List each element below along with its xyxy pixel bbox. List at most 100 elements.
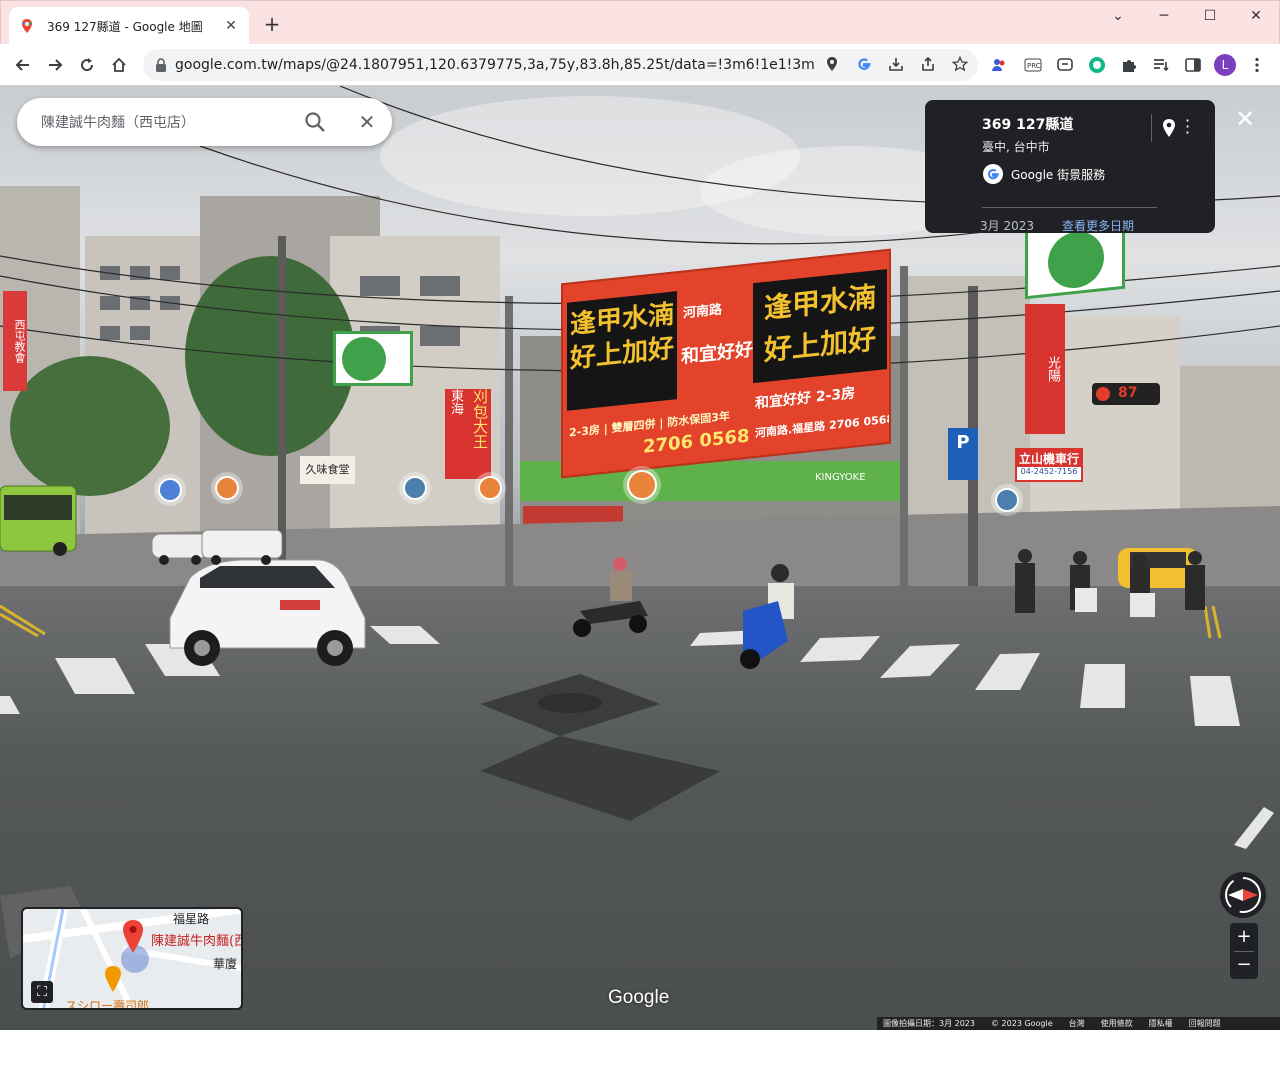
menu-icon[interactable]: [1248, 56, 1266, 74]
tab-google-maps[interactable]: 369 127縣道 - Google 地圖 ✕: [9, 7, 249, 45]
clear-search-button[interactable]: ✕: [355, 110, 379, 134]
red-pin-icon: [123, 920, 143, 953]
billboard-headline-right: 逢甲水湳 好上加好: [753, 269, 887, 384]
search-query[interactable]: 陳建誠牛肉麵（西屯店）: [41, 112, 195, 132]
url-text[interactable]: google.com.tw/maps/@24.1807951,120.63797…: [175, 57, 815, 73]
billboard-brand: 和宜好好: [681, 339, 753, 368]
home-icon[interactable]: [106, 52, 132, 78]
capture-date-text: 圖像拍攝日期：3月 2023: [883, 1019, 975, 1028]
white-suv: [169, 559, 366, 666]
extensions-puzzle-icon[interactable]: [1120, 56, 1138, 74]
billboard-road: 河南路: [683, 302, 723, 322]
extension-people-icon[interactable]: [990, 56, 1008, 74]
tab-close-button[interactable]: ✕: [223, 18, 239, 34]
divider: [1151, 114, 1152, 142]
zoom-in-button[interactable]: +: [1230, 923, 1258, 951]
pole: [505, 296, 513, 616]
street-view-panorama[interactable]: 逢甲水湳 好上加好 河南路 和宜好好 2-3房 | 雙層四併 | 防水保固3年 …: [0, 86, 1280, 1030]
traffic-light: 87: [1092, 383, 1160, 405]
reading-list-icon[interactable]: [1152, 56, 1170, 74]
zoom-out-button[interactable]: −: [1230, 951, 1258, 979]
report-link[interactable]: 回報問題: [1189, 1018, 1221, 1029]
service-label: Google 街景服務: [1011, 167, 1106, 182]
red-light-icon: [1096, 387, 1110, 401]
copyright-text: © 2023 Google: [991, 1019, 1053, 1028]
restaurant-poi-icon[interactable]: [478, 476, 502, 500]
terms-link[interactable]: 使用條款: [1101, 1018, 1133, 1029]
new-tab-button[interactable]: +: [259, 11, 285, 37]
restaurant-poi-icon[interactable]: [215, 476, 239, 500]
compass-icon[interactable]: [1220, 872, 1266, 918]
divider: [982, 207, 1157, 208]
blue-scooter-rider: [740, 564, 794, 669]
region-link[interactable]: 台灣: [1069, 1018, 1085, 1029]
lock-icon[interactable]: [153, 57, 169, 73]
minimap-road-label: 華廈: [213, 957, 238, 971]
address-bar[interactable]: google.com.tw/maps/@24.1807951,120.63797…: [143, 49, 978, 81]
more-options-icon[interactable]: · · ·: [1185, 113, 1190, 141]
bookmark-star-icon[interactable]: [951, 55, 969, 74]
install-icon[interactable]: [887, 56, 905, 74]
google-maps-favicon-icon: [21, 19, 33, 33]
forward-icon[interactable]: [42, 52, 68, 78]
search-box[interactable]: 陳建誠牛肉麵（西屯店） ✕: [17, 98, 392, 146]
reload-icon[interactable]: [74, 52, 100, 78]
see-more-dates-link[interactable]: 查看更多日期: [1062, 217, 1134, 234]
expand-map-icon[interactable]: ⛶: [31, 981, 53, 1003]
back-icon[interactable]: [10, 52, 36, 78]
privacy-link[interactable]: 隱私權: [1149, 1018, 1173, 1029]
pole: [900, 266, 908, 606]
green-logo-icon: [342, 337, 386, 381]
church-sign: 西屯教會: [3, 291, 27, 391]
google-watermark: Google: [608, 987, 670, 1008]
place-poi-icon[interactable]: [403, 476, 427, 500]
tab-title: 369 127縣道 - Google 地圖: [47, 19, 203, 34]
map-pin-icon[interactable]: [1161, 118, 1177, 138]
shop-sign: KINGYOKE: [815, 472, 866, 483]
navigation-arrow-icon[interactable]: [1224, 801, 1280, 851]
scooter-rider: [573, 557, 648, 637]
extension-translate-icon[interactable]: PRC: [1024, 56, 1042, 74]
billboard-right-rooms: 和宜好好 2-3房: [755, 385, 856, 412]
minimap-poi-label: スシロー壽司郎: [65, 999, 150, 1010]
tree: [185, 256, 355, 456]
restaurant-poi-icon[interactable]: [627, 470, 657, 500]
scooter-shop-phone: 04-2452-7156: [1020, 467, 1078, 476]
maximize-button[interactable]: ☐: [1187, 1, 1233, 31]
tab-search-button[interactable]: ⌄: [1095, 1, 1141, 31]
location-subtitle: 臺中, 台中市: [982, 140, 1050, 154]
minimap[interactable]: 福星路 陳建誠牛肉麵(西 華廈 スシロー壽司郎 ⛶: [21, 907, 243, 1010]
capture-date: 3月 2023: [980, 219, 1034, 233]
kymco-text: 光陽: [1028, 307, 1062, 431]
location-icon[interactable]: [823, 56, 841, 74]
minimap-place-label: 陳建誠牛肉麵(西: [151, 934, 243, 949]
browser-toolbar: google.com.tw/maps/@24.1807951,120.63797…: [0, 44, 1280, 86]
svg-text:PRC: PRC: [1027, 62, 1041, 70]
close-street-view-button[interactable]: ✕: [1232, 106, 1258, 132]
scooter-shop-name: 立山機車行: [1017, 450, 1081, 467]
side-sign-2: 刈包大王: [465, 389, 491, 479]
google-icon[interactable]: [855, 56, 873, 74]
street-view-service: Google 街景服務: [983, 164, 1105, 184]
tree: [10, 356, 170, 496]
scooter-group: [1015, 549, 1205, 617]
location-info-card: 369 127縣道 臺中, 台中市 Google 街景服務 · · · 3月 202…: [925, 100, 1215, 233]
green-logo-icon: [1048, 228, 1104, 291]
side-panel-icon[interactable]: [1184, 56, 1202, 74]
kymco-sign: 光陽: [1025, 304, 1065, 434]
billboard-right-addr: 河南路.福星路 2706 0568: [755, 412, 891, 440]
attribution-bar: 圖像拍攝日期：3月 2023 © 2023 Google 台灣 使用條款 隱私權…: [877, 1017, 1280, 1030]
green-bus: [0, 485, 77, 556]
extension-chat-icon[interactable]: [1056, 56, 1074, 74]
minimize-button[interactable]: ─: [1141, 1, 1187, 31]
search-icon[interactable]: [303, 110, 327, 134]
billboard-headline-left: 逢甲水湳 好上加好: [567, 291, 677, 411]
window-close-button[interactable]: ✕: [1233, 1, 1279, 31]
extension-green-icon[interactable]: [1088, 56, 1106, 74]
profile-avatar[interactable]: L: [1214, 54, 1236, 76]
parked-van: [201, 529, 283, 565]
place-poi-icon[interactable]: [995, 488, 1019, 512]
share-icon[interactable]: [919, 56, 937, 74]
shopping-poi-icon[interactable]: [158, 478, 182, 502]
green-sign-left: [333, 331, 413, 386]
